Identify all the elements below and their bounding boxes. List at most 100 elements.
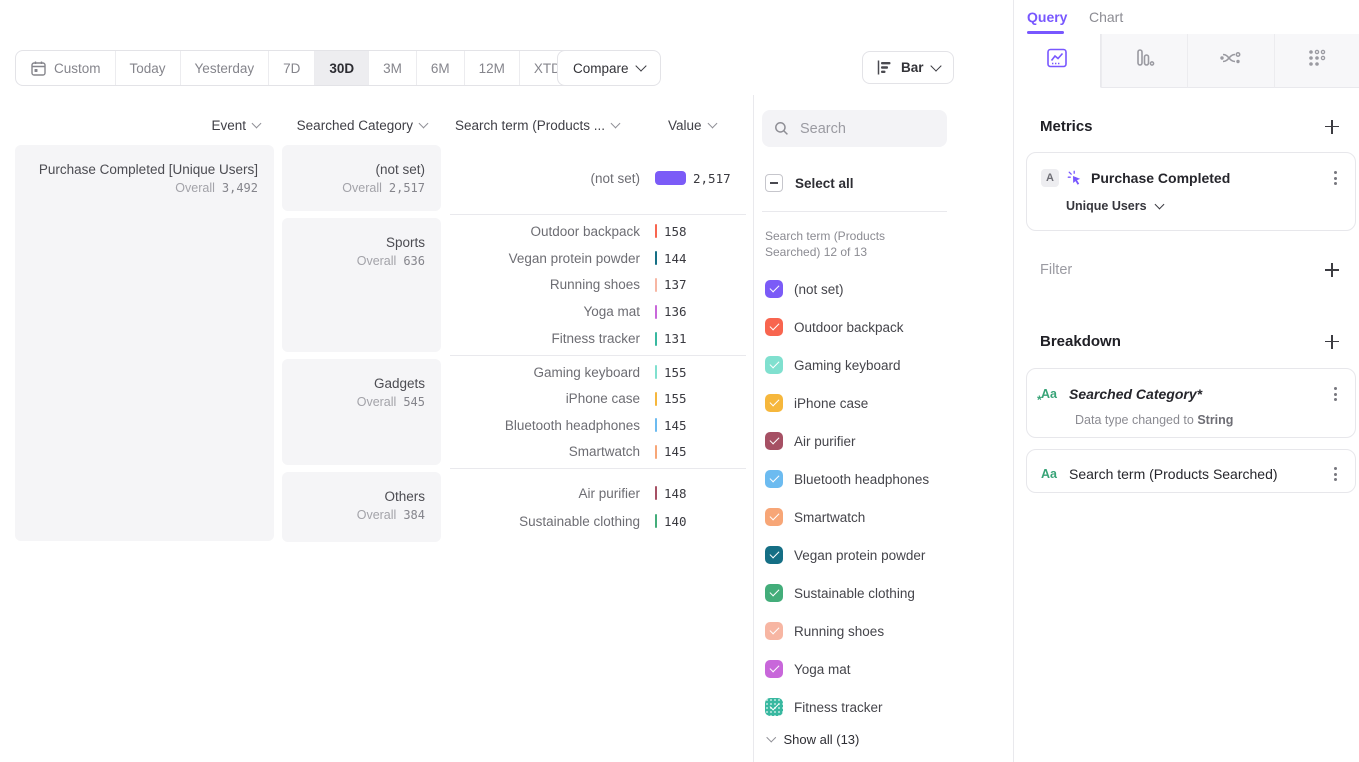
checkbox-icon[interactable] <box>765 470 783 488</box>
value-bar[interactable] <box>655 278 657 292</box>
legend-checkbox-item[interactable]: Fitness tracker <box>765 688 947 726</box>
tab-query[interactable]: Query <box>1027 9 1067 25</box>
value-bar[interactable] <box>655 171 686 185</box>
compare-button[interactable]: Compare <box>557 50 661 86</box>
chart-type-dropdown[interactable]: Bar <box>862 51 954 84</box>
tab-chart[interactable]: Chart <box>1089 9 1123 25</box>
date-preset-label: 30D <box>329 61 354 76</box>
legend-checkbox-item[interactable]: Vegan protein powder <box>765 536 947 574</box>
value-bar[interactable] <box>655 445 657 459</box>
legend-checkbox-item[interactable]: Sustainable clothing <box>765 574 947 612</box>
date-preset-custom[interactable]: Custom <box>16 51 116 85</box>
breakdown-card[interactable]: Aa Search term (Products Searched) <box>1026 449 1356 493</box>
value-bar[interactable] <box>655 486 657 500</box>
table-row[interactable]: (not set) 2,517 <box>449 164 746 192</box>
table-row[interactable]: Yoga mat 136 <box>449 298 746 325</box>
table-row[interactable]: Vegan protein powder 144 <box>449 245 746 272</box>
report-tab-insights[interactable] <box>1014 34 1101 88</box>
column-header-searched-category[interactable]: Searched Category <box>282 112 427 138</box>
checkbox-icon[interactable] <box>765 622 783 640</box>
legend-checkbox-item[interactable]: Bluetooth headphones <box>765 460 947 498</box>
checkbox-icon[interactable] <box>765 318 783 336</box>
checkbox-label: Smartwatch <box>794 510 865 525</box>
event-card[interactable]: Purchase Completed [Unique Users] Overal… <box>15 145 274 541</box>
date-preset-yesterday[interactable]: Yesterday <box>181 51 270 85</box>
overall-label: Overall <box>357 395 397 409</box>
value-bar[interactable] <box>655 365 657 379</box>
date-preset-30d[interactable]: 30D <box>315 51 369 85</box>
value-bar[interactable] <box>655 392 657 406</box>
checkbox-icon[interactable] <box>765 660 783 678</box>
legend-checkbox-item[interactable]: Air purifier <box>765 422 947 460</box>
metric-menu-button[interactable] <box>1330 167 1341 189</box>
legend-search-box[interactable] <box>762 110 947 147</box>
legend-checkbox-item[interactable]: Gaming keyboard <box>765 346 947 384</box>
report-tab-flows[interactable] <box>1187 34 1274 88</box>
checkbox-icon[interactable] <box>765 546 783 564</box>
checkbox-icon[interactable] <box>765 698 783 716</box>
legend-checkbox-item[interactable]: Outdoor backpack <box>765 308 947 346</box>
date-preset-7d[interactable]: 7D <box>269 51 315 85</box>
table-row[interactable]: Smartwatch 145 <box>449 439 746 466</box>
date-preset-6m[interactable]: 6M <box>417 51 465 85</box>
category-card[interactable]: Others Overall 384 <box>282 472 441 542</box>
date-preset-today[interactable]: Today <box>116 51 181 85</box>
table-row[interactable]: Running shoes 137 <box>449 272 746 299</box>
value-bar[interactable] <box>655 251 657 265</box>
aggregation-dropdown[interactable]: Unique Users <box>1066 199 1355 213</box>
legend-checkbox-item[interactable]: Running shoes <box>765 612 947 650</box>
table-row[interactable]: Gaming keyboard 155 <box>449 359 746 386</box>
search-term-label: Yoga mat <box>449 304 640 319</box>
table-row[interactable]: iPhone case 155 <box>449 386 746 413</box>
report-tab-funnels[interactable] <box>1101 34 1188 88</box>
checkbox-icon[interactable] <box>765 584 783 602</box>
table-row[interactable]: Air purifier 148 <box>449 479 746 507</box>
search-input[interactable] <box>798 120 922 138</box>
add-metric-button[interactable] <box>1325 120 1339 134</box>
checkbox-icon[interactable] <box>765 394 783 412</box>
table-row[interactable]: Outdoor backpack 158 <box>449 218 746 245</box>
add-filter-button[interactable] <box>1325 263 1339 277</box>
string-property-icon: Aa <box>1041 467 1061 481</box>
column-header-event[interactable]: Event <box>15 112 260 138</box>
checkbox-icon[interactable] <box>765 508 783 526</box>
legend-checkbox-item[interactable]: (not set) <box>765 270 947 308</box>
value-bar[interactable] <box>655 305 657 319</box>
checkbox-icon[interactable] <box>765 280 783 298</box>
overall-label: Overall <box>357 254 397 268</box>
add-breakdown-button[interactable] <box>1325 335 1339 349</box>
checkbox-icon[interactable] <box>765 356 783 374</box>
breakdown-card[interactable]: Aa Searched Category* Data type changed … <box>1026 368 1356 438</box>
metric-card[interactable]: A Purchase Completed Unique Users <box>1026 152 1356 231</box>
date-preset-3m[interactable]: 3M <box>369 51 417 85</box>
checkbox-label: Fitness tracker <box>794 700 883 715</box>
string-property-icon: Aa <box>1041 387 1061 401</box>
filter-title: Filter <box>1040 262 1072 278</box>
category-card[interactable]: (not set) Overall 2,517 <box>282 145 441 211</box>
show-all-link[interactable]: Show all (13) <box>768 732 859 747</box>
value-bar[interactable] <box>655 224 657 238</box>
legend-checkbox-item[interactable]: Smartwatch <box>765 498 947 536</box>
category-card[interactable]: Gadgets Overall 545 <box>282 359 441 465</box>
breakdown-menu-button[interactable] <box>1330 383 1341 405</box>
category-card[interactable]: Sports Overall 636 <box>282 218 441 352</box>
date-preset-12m[interactable]: 12M <box>465 51 520 85</box>
table-row[interactable]: Bluetooth headphones 145 <box>449 412 746 439</box>
checkbox-icon[interactable] <box>765 432 783 450</box>
value-bar[interactable] <box>655 332 657 346</box>
report-tab-retention[interactable] <box>1274 34 1359 88</box>
legend-checkbox-item[interactable]: iPhone case <box>765 384 947 422</box>
value-bar[interactable] <box>655 514 657 528</box>
table-row[interactable]: Sustainable clothing 140 <box>449 507 746 535</box>
legend-checkbox-item[interactable]: Yoga mat <box>765 650 947 688</box>
column-header-search-term[interactable]: Search term (Products ... <box>455 112 619 138</box>
indeterminate-checkbox-icon[interactable] <box>765 174 783 192</box>
chevron-down-icon <box>767 733 776 742</box>
checkbox-label: Gaming keyboard <box>794 358 901 373</box>
table-row[interactable]: Fitness tracker 131 <box>449 325 746 352</box>
select-all-checkbox[interactable]: Select all <box>765 174 854 192</box>
breakdown-menu-button[interactable] <box>1330 463 1341 485</box>
column-header-value[interactable]: Value <box>668 112 716 138</box>
chevron-down-icon <box>611 118 621 128</box>
value-bar[interactable] <box>655 418 657 432</box>
